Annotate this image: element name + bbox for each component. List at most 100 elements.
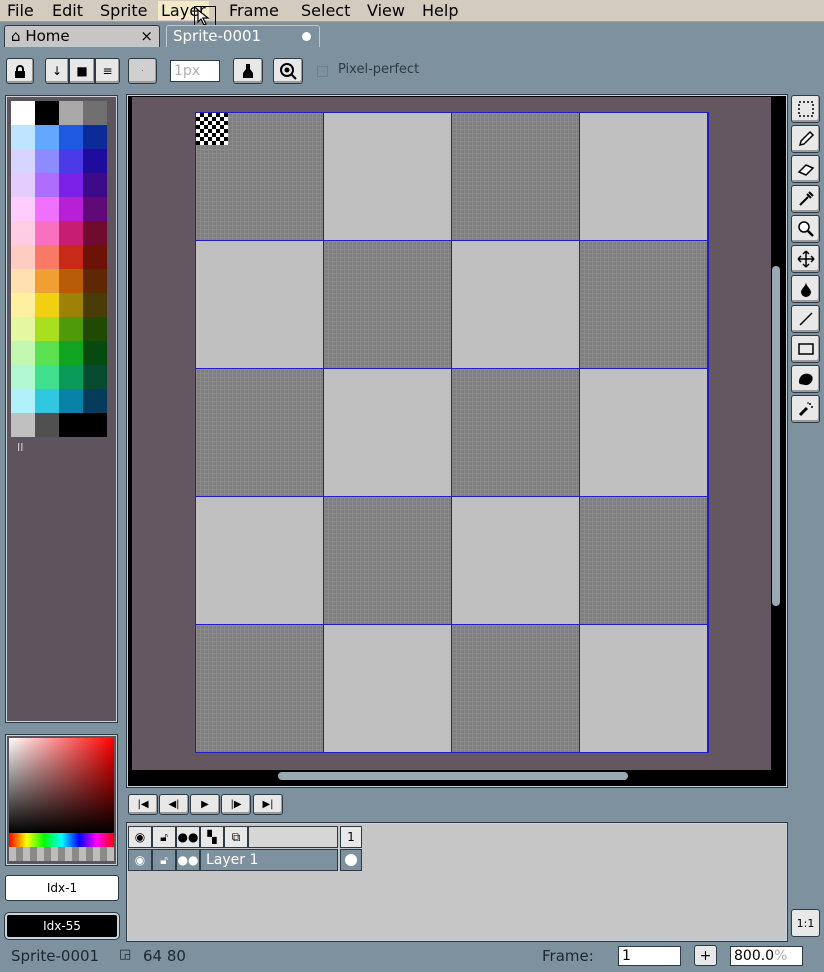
menu-edit[interactable]: Edit: [49, 1, 86, 20]
layer-name-cell[interactable]: Layer 1: [200, 849, 338, 871]
palette-swatch[interactable]: [11, 173, 35, 197]
menu-sprite[interactable]: Sprite: [97, 1, 150, 20]
brush-preview-button[interactable]: ·: [128, 58, 157, 84]
hue-slider[interactable]: [9, 833, 114, 847]
fill-tool-button[interactable]: [791, 275, 820, 303]
palette-swatch[interactable]: [11, 269, 35, 293]
palette-swatch[interactable]: [11, 245, 35, 269]
menu-view[interactable]: View: [364, 1, 408, 20]
add-frame-button[interactable]: +: [694, 945, 717, 966]
palette-swatch[interactable]: [11, 413, 35, 437]
palette-swatch[interactable]: [83, 341, 107, 365]
visibility-header-button[interactable]: ◉: [128, 826, 152, 848]
layer-continuous-toggle[interactable]: ●●: [176, 849, 200, 871]
zoom-input[interactable]: 800.0%: [730, 946, 803, 966]
tab-sprite[interactable]: Sprite-0001: [166, 25, 320, 47]
palette-swatch[interactable]: [35, 413, 59, 437]
palette-swatch[interactable]: [83, 197, 107, 221]
palette-swatch[interactable]: [11, 317, 35, 341]
line-tool-button[interactable]: [791, 305, 820, 333]
menu-frame[interactable]: Frame: [226, 1, 282, 20]
palette-swatch[interactable]: [35, 245, 59, 269]
marquee-tool-button[interactable]: [791, 95, 820, 123]
menu-help[interactable]: Help: [419, 1, 461, 20]
spray-tool-button[interactable]: [791, 395, 820, 423]
palette-swatch[interactable]: [11, 149, 35, 173]
palette-swatch[interactable]: [83, 149, 107, 173]
palette-swatch[interactable]: [83, 365, 107, 389]
palette-swatch[interactable]: [83, 317, 107, 341]
pencil-tool-button[interactable]: [791, 125, 820, 153]
menu-select[interactable]: Select: [298, 1, 353, 20]
layer-lock-toggle[interactable]: 🔓︎: [152, 849, 176, 871]
palette-swatch[interactable]: [35, 293, 59, 317]
palette-swatch[interactable]: [59, 149, 83, 173]
zoom-reset-button[interactable]: 1:1: [791, 909, 820, 937]
palette-swatch[interactable]: [35, 125, 59, 149]
palette-swatch[interactable]: [59, 173, 83, 197]
palette-swatch[interactable]: [35, 173, 59, 197]
tab-home[interactable]: ⌂ Home ×: [4, 25, 160, 47]
alpha-slider[interactable]: [9, 847, 114, 861]
palette-swatch[interactable]: [35, 149, 59, 173]
saturation-value-field[interactable]: [9, 738, 114, 833]
last-frame-button[interactable]: ▶|: [253, 794, 283, 815]
lock-header-button[interactable]: 🔓︎: [152, 826, 176, 848]
close-icon[interactable]: ×: [140, 26, 153, 47]
sprite-canvas[interactable]: [195, 112, 709, 753]
next-frame-button[interactable]: |▶: [221, 794, 251, 815]
palette-swatch[interactable]: [35, 365, 59, 389]
frame-header-1[interactable]: 1: [340, 826, 362, 848]
palette-swatch[interactable]: [11, 293, 35, 317]
move-tool-button[interactable]: [791, 245, 820, 273]
palette-swatch[interactable]: [83, 173, 107, 197]
palette-swatch[interactable]: [59, 269, 83, 293]
palette-swatch[interactable]: [59, 245, 83, 269]
palette-swatch[interactable]: [11, 341, 35, 365]
palette-swatch[interactable]: [83, 389, 107, 413]
horizontal-scrollbar[interactable]: [278, 772, 628, 780]
palette-swatch[interactable]: [11, 365, 35, 389]
palette-swatch[interactable]: [59, 125, 83, 149]
palette-swatch[interactable]: [35, 317, 59, 341]
palette-swatch[interactable]: [59, 197, 83, 221]
brush-size-input[interactable]: 1px: [170, 60, 220, 82]
palette-swatch[interactable]: [35, 221, 59, 245]
palette-swatch[interactable]: [83, 245, 107, 269]
ink-button[interactable]: [233, 58, 263, 84]
layer-visibility-toggle[interactable]: ◉: [128, 849, 152, 871]
modified-dot-icon[interactable]: [302, 32, 311, 41]
symmetry-button[interactable]: [273, 58, 303, 84]
lock-button[interactable]: [6, 58, 34, 84]
palette-swatch[interactable]: [59, 317, 83, 341]
palette-swatch[interactable]: [83, 293, 107, 317]
palette-swatch[interactable]: [59, 413, 83, 437]
vertical-scrollbar[interactable]: [772, 266, 780, 606]
frame-input[interactable]: 1: [618, 946, 681, 966]
palette-swatch[interactable]: [11, 197, 35, 221]
palette-swatch[interactable]: [11, 101, 35, 125]
layers-link-button[interactable]: ⧉: [224, 826, 248, 848]
brush-square-button[interactable]: ■: [69, 58, 95, 84]
cel-1[interactable]: [340, 849, 362, 871]
palette-swatch[interactable]: [83, 125, 107, 149]
continuous-header-button[interactable]: ●●: [176, 826, 200, 848]
onion-skin-button[interactable]: ▚: [200, 826, 224, 848]
palette-swatch[interactable]: [59, 101, 83, 125]
eyedropper-tool-button[interactable]: [791, 185, 820, 213]
palette-swatch[interactable]: [83, 413, 107, 437]
palette-swatch[interactable]: [11, 125, 35, 149]
zoom-tool-button[interactable]: [791, 215, 820, 243]
palette-swatch[interactable]: [35, 269, 59, 293]
palette-swatch[interactable]: [35, 389, 59, 413]
brush-type-down-button[interactable]: ↓: [45, 58, 69, 84]
palette-swatch[interactable]: [59, 341, 83, 365]
palette-swatch[interactable]: [11, 389, 35, 413]
first-frame-button[interactable]: |◀: [128, 794, 158, 815]
previous-frame-button[interactable]: ◀|: [159, 794, 189, 815]
palette-swatch[interactable]: [35, 101, 59, 125]
menu-file[interactable]: File: [4, 1, 37, 20]
curve-tool-button[interactable]: [791, 365, 820, 393]
palette-swatch[interactable]: [35, 341, 59, 365]
play-button[interactable]: ▶: [190, 794, 220, 815]
